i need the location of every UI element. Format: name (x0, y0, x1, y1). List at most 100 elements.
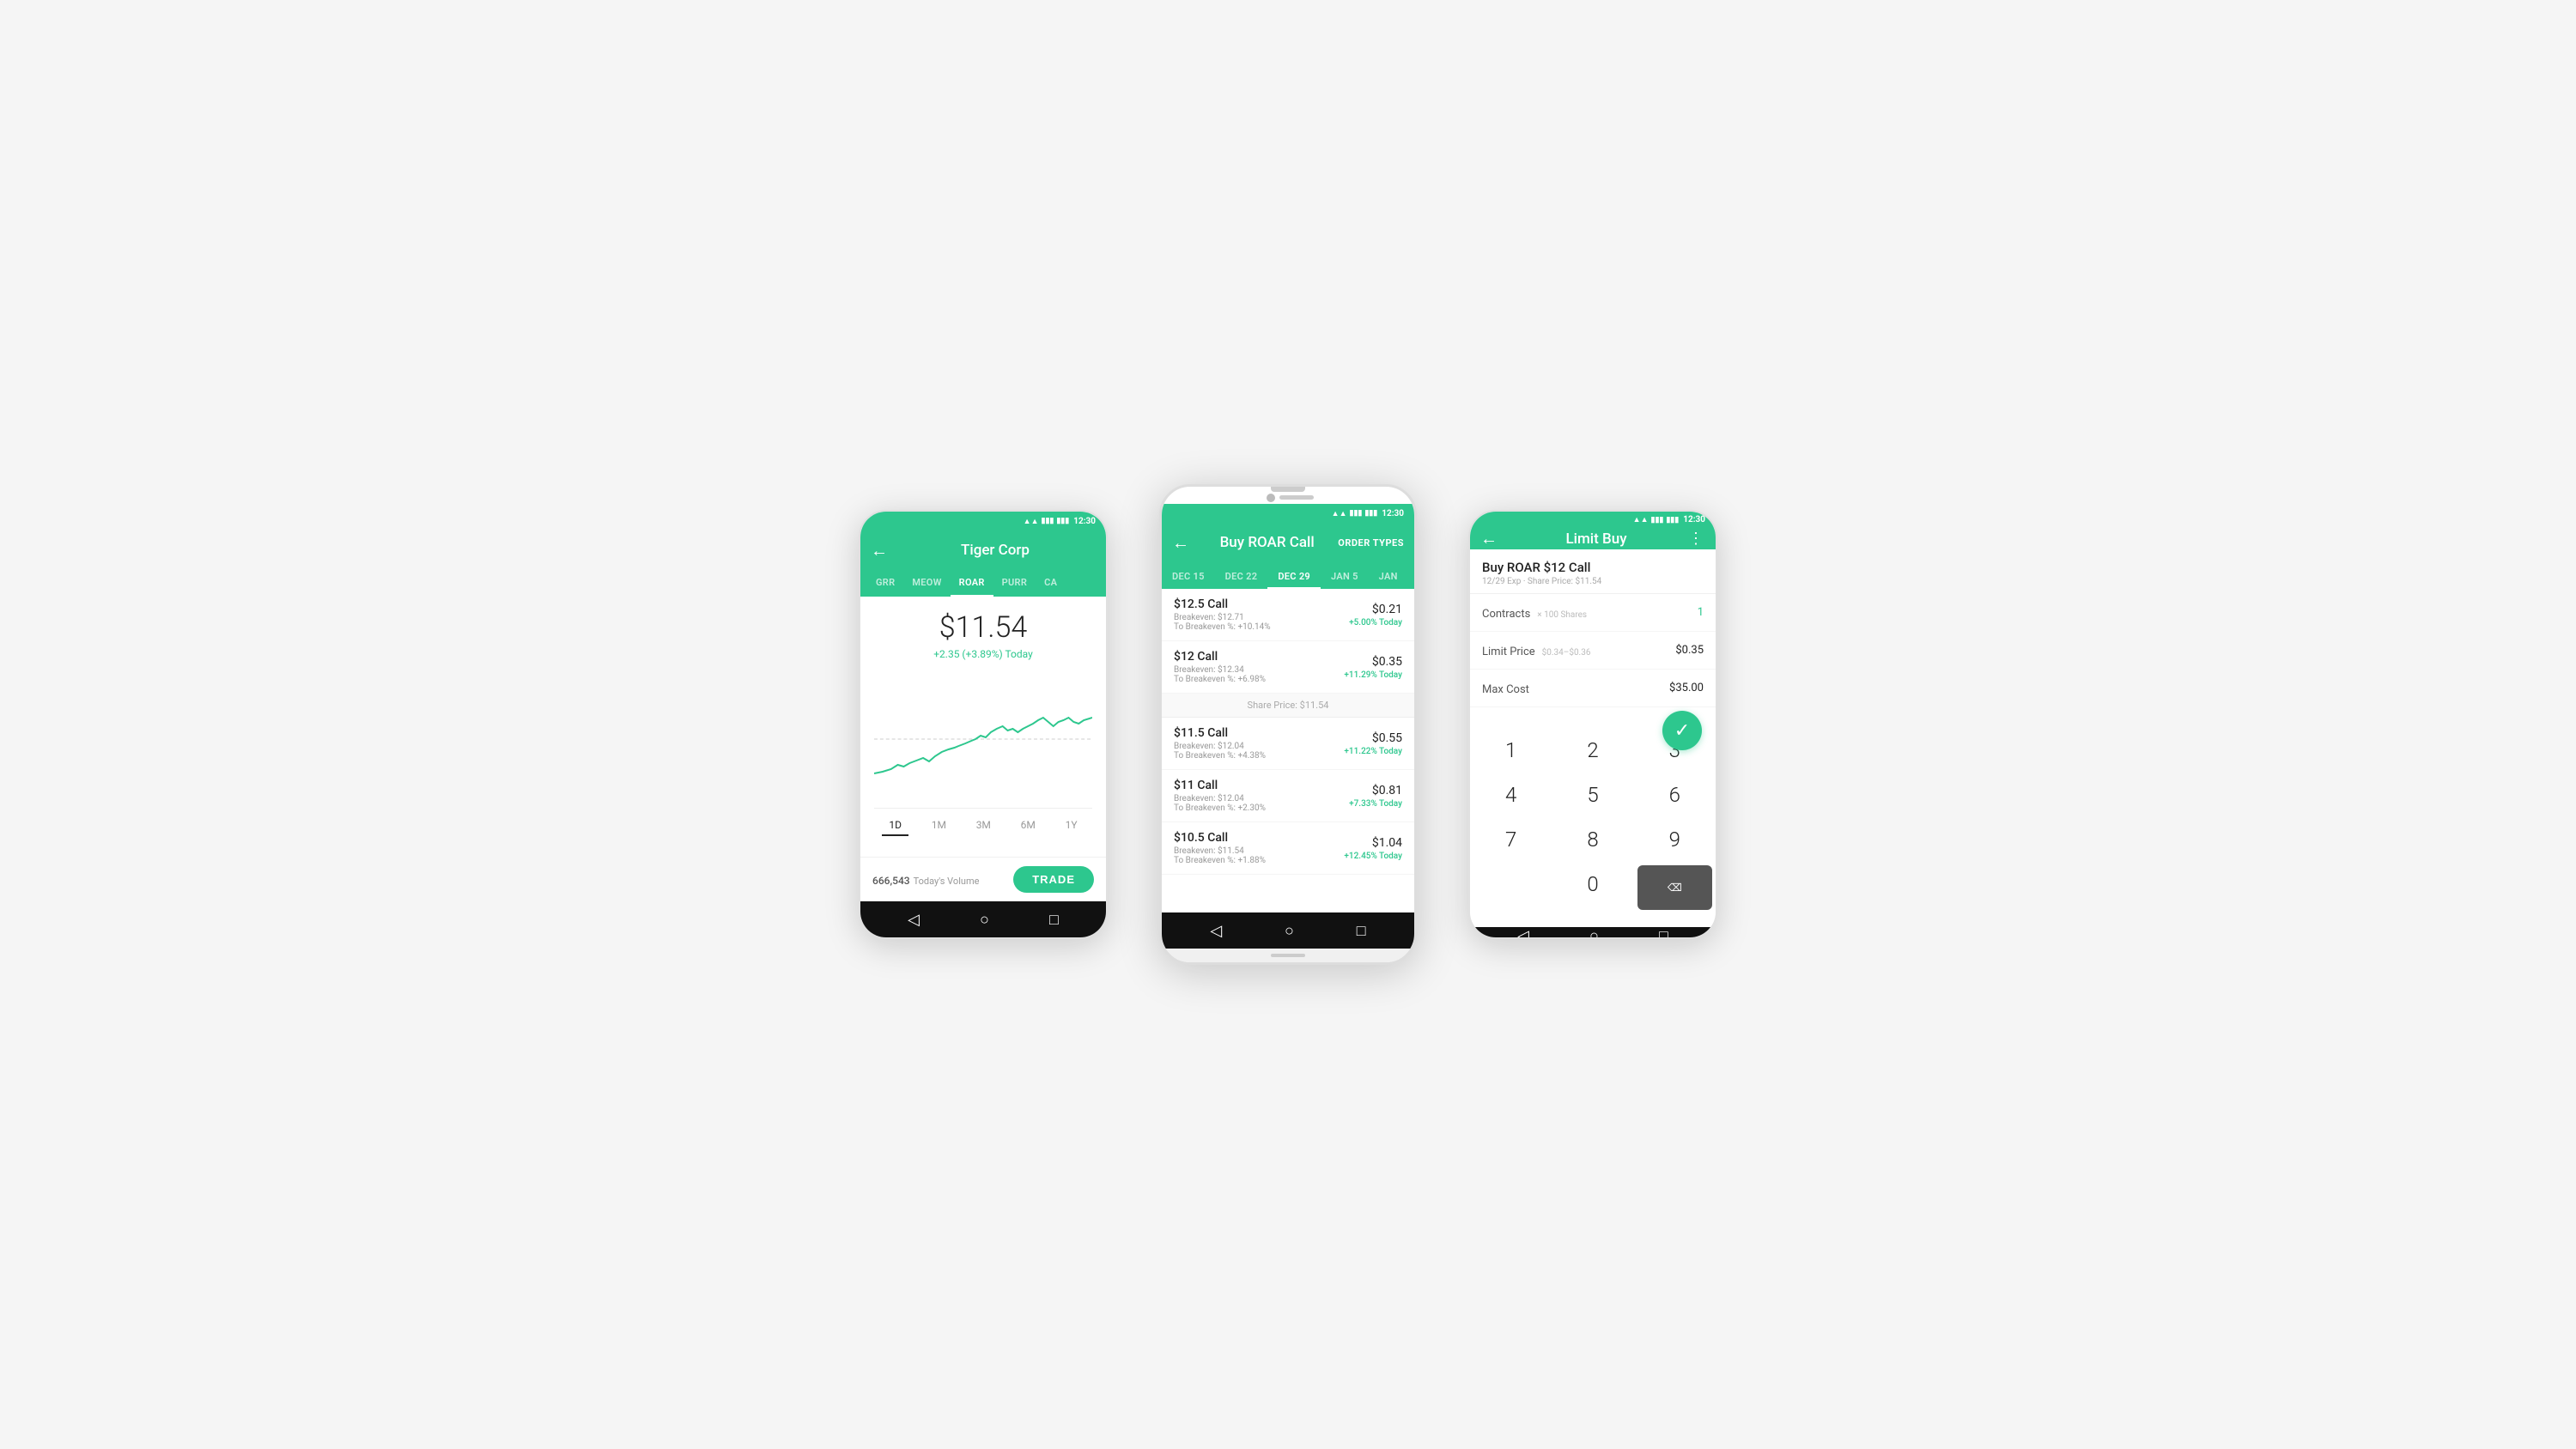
option-change-1: +5.00% Today (1349, 618, 1402, 627)
key-8[interactable]: 8 (1552, 817, 1633, 862)
stock-content: $11.54 +2.35 (+3.89%) Today 1D 1M 3M 6M … (860, 597, 1106, 857)
app-bar-2: ← Buy ROAR Call ORDER TYPES (1162, 523, 1414, 562)
order-subtitle: 12/29 Exp · Share Price: $11.54 (1482, 577, 1704, 586)
option-name-3: $11.5 Call (1174, 726, 1266, 740)
option-name-5: $10.5 Call (1174, 831, 1266, 845)
key-1[interactable]: 1 (1470, 728, 1552, 773)
nav-home-icon-3[interactable]: ○ (1589, 927, 1599, 939)
option-name-2: $12 Call (1174, 650, 1266, 664)
status-icons-3: ▲▲ ▮▮▮ ▮▮▮ 12:30 (1633, 515, 1705, 524)
key-5[interactable]: 5 (1552, 773, 1633, 817)
signal-icon: ▮▮▮ (1042, 517, 1054, 525)
order-detail: Buy ROAR $12 Call 12/29 Exp · Share Pric… (1470, 549, 1716, 594)
status-bar-3: ▲▲ ▮▮▮ ▮▮▮ 12:30 (1470, 512, 1716, 528)
max-cost-value: $35.00 (1669, 682, 1704, 694)
nav-home-icon[interactable]: ○ (980, 911, 989, 929)
option-left-3: $11.5 Call Breakeven: $12.04 To Breakeve… (1174, 726, 1266, 761)
signal-icon-3: ▮▮▮ (1651, 516, 1664, 524)
tab-purr[interactable]: PURR (993, 570, 1036, 597)
time-2: 12:30 (1382, 509, 1404, 518)
option-left-1: $12.5 Call Breakeven: $12.71 To Breakeve… (1174, 597, 1271, 632)
time-1m[interactable]: 1M (925, 815, 953, 836)
key-0[interactable]: 0 (1552, 862, 1633, 906)
nav-back-icon[interactable]: ◁ (908, 911, 920, 929)
max-cost-label-area: Max Cost (1482, 680, 1529, 696)
date-dec22[interactable]: DEC 22 (1215, 566, 1268, 589)
date-jan5[interactable]: JAN 5 (1321, 566, 1369, 589)
option-11-5-call[interactable]: $11.5 Call Breakeven: $12.04 To Breakeve… (1162, 718, 1414, 770)
option-to-breakeven-2: To Breakeven %: +6.98% (1174, 675, 1266, 684)
option-12-call[interactable]: $12 Call Breakeven: $12.34 To Breakeven … (1162, 641, 1414, 694)
date-dec15[interactable]: DEC 15 (1162, 566, 1215, 589)
tab-ca[interactable]: CA (1036, 570, 1066, 597)
max-cost-row: Max Cost $35.00 (1470, 670, 1716, 707)
tab-roar[interactable]: ROAR (951, 570, 993, 597)
contracts-row: Contracts × 100 Shares 1 (1470, 594, 1716, 632)
nav-home-icon-2[interactable]: ○ (1285, 922, 1294, 940)
limit-price-label-area: Limit Price $0.34–$0.36 (1482, 642, 1590, 658)
contracts-hint: × 100 Shares (1537, 610, 1587, 620)
trade-button[interactable]: TRADE (1013, 866, 1094, 893)
date-jan[interactable]: JAN (1369, 566, 1408, 589)
app-bar-3: ← Limit Buy ⋮ (1470, 528, 1716, 549)
key-6[interactable]: 6 (1634, 773, 1716, 817)
option-to-breakeven-4: To Breakeven %: +2.30% (1174, 803, 1266, 813)
time-1: 12:30 (1073, 517, 1096, 526)
nav-bar-2: ◁ ○ □ (1162, 912, 1414, 949)
key-7[interactable]: 7 (1470, 817, 1552, 862)
time-1y[interactable]: 1Y (1059, 815, 1084, 836)
speaker (1279, 495, 1314, 500)
option-breakeven-5: Breakeven: $11.54 (1174, 846, 1266, 856)
tab-meow[interactable]: MEOW (903, 570, 950, 597)
nav-bar-3: ◁ ○ □ (1470, 927, 1716, 939)
limit-price-hint: $0.34–$0.36 (1542, 648, 1591, 658)
nav-recent-icon-2[interactable]: □ (1357, 922, 1366, 940)
time-3m[interactable]: 3M (969, 815, 998, 836)
option-name-1: $12.5 Call (1174, 597, 1271, 611)
nav-back-icon-2[interactable]: ◁ (1210, 922, 1222, 940)
share-price-divider: Share Price: $11.54 (1162, 694, 1414, 718)
phone-options-list: ▲▲ ▮▮▮ ▮▮▮ 12:30 ← Buy ROAR Call ORDER T… (1159, 484, 1417, 965)
option-12-5-call[interactable]: $12.5 Call Breakeven: $12.71 To Breakeve… (1162, 589, 1414, 641)
tab-grr[interactable]: GRR (867, 570, 903, 597)
nav-recent-icon-3[interactable]: □ (1659, 927, 1668, 939)
option-10-5-call[interactable]: $10.5 Call Breakeven: $11.54 To Breakeve… (1162, 822, 1414, 875)
app-bar-1: ← Tiger Corp (860, 530, 1106, 570)
status-icons-1: ▲▲ ▮▮▮ ▮▮▮ 12:30 (1024, 517, 1096, 526)
time-1d[interactable]: 1D (882, 815, 908, 836)
phone-stock-chart: ▲▲ ▮▮▮ ▮▮▮ 12:30 ← Tiger Corp GRR MEOW R… (859, 510, 1108, 939)
confirm-button[interactable]: ✓ (1662, 711, 1702, 750)
option-left-4: $11 Call Breakeven: $12.04 To Breakeven … (1174, 779, 1266, 813)
back-button-2[interactable]: ← (1172, 532, 1189, 554)
wifi-icon-2: ▲▲ (1332, 509, 1347, 518)
key-4[interactable]: 4 (1470, 773, 1552, 817)
back-button-1[interactable]: ← (871, 540, 888, 561)
key-delete[interactable]: ⌫ (1637, 865, 1712, 910)
option-change-5: +12.45% Today (1344, 852, 1402, 861)
option-11-call[interactable]: $11 Call Breakeven: $12.04 To Breakeven … (1162, 770, 1414, 822)
phone-bottom (1162, 949, 1414, 962)
stock-title: Tiger Corp (895, 542, 1096, 559)
option-price-1: $0.21 (1349, 603, 1402, 616)
time-6m[interactable]: 6M (1014, 815, 1042, 836)
key-2[interactable]: 2 (1552, 728, 1633, 773)
status-bar-1: ▲▲ ▮▮▮ ▮▮▮ 12:30 (860, 512, 1106, 530)
option-change-3: +11.22% Today (1344, 747, 1402, 756)
date-dec29[interactable]: DEC 29 (1267, 566, 1321, 589)
more-options-button[interactable]: ⋮ (1688, 530, 1705, 548)
contracts-value[interactable]: 1 (1698, 606, 1704, 619)
front-camera (1267, 494, 1275, 502)
key-9[interactable]: 9 (1634, 817, 1716, 862)
option-left-5: $10.5 Call Breakeven: $11.54 To Breakeve… (1174, 831, 1266, 865)
order-types-label[interactable]: ORDER TYPES (1338, 537, 1404, 549)
limit-price-value[interactable]: $0.35 (1675, 644, 1704, 657)
option-price-5: $1.04 (1344, 836, 1402, 850)
contracts-label: Contracts (1482, 608, 1530, 621)
bottom-bar (1271, 954, 1305, 957)
back-button-3[interactable]: ← (1480, 528, 1498, 549)
date-tabs: DEC 15 DEC 22 DEC 29 JAN 5 JAN (1162, 562, 1414, 589)
nav-recent-icon[interactable]: □ (1049, 911, 1059, 929)
status-icons-2: ▲▲ ▮▮▮ ▮▮▮ 12:30 (1332, 509, 1404, 518)
nav-back-icon-3[interactable]: ◁ (1517, 927, 1529, 939)
option-to-breakeven-3: To Breakeven %: +4.38% (1174, 751, 1266, 761)
